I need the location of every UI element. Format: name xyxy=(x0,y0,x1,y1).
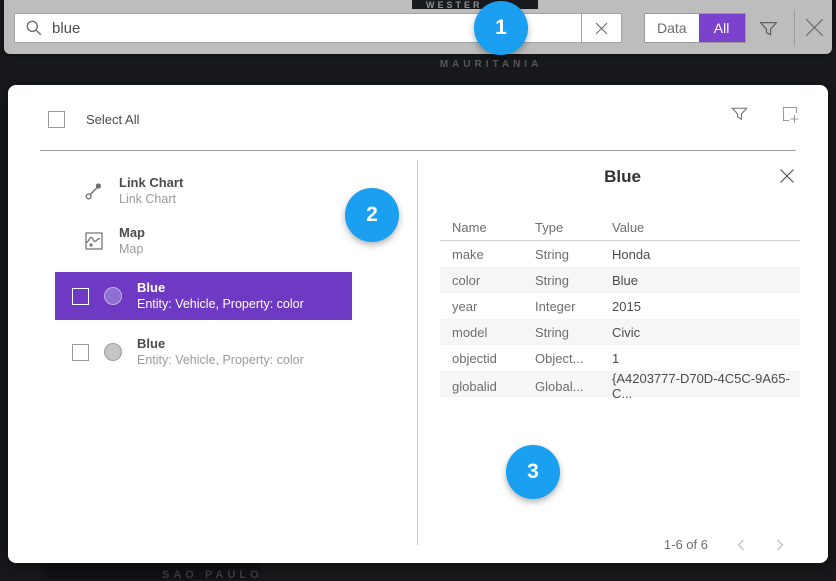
entity-circle-icon xyxy=(104,343,122,361)
attr-name: make xyxy=(452,247,535,262)
toggle-option-all[interactable]: All xyxy=(699,14,745,42)
result-subtitle: Link Chart xyxy=(119,191,183,207)
callout-badge-3: 3 xyxy=(506,445,560,499)
map-label-mauritania: MAURITANIA xyxy=(426,59,556,70)
attr-name: objectid xyxy=(452,351,535,366)
result-item-blue[interactable]: Blue Entity: Vehicle, Property: color xyxy=(55,328,352,376)
search-box[interactable] xyxy=(14,13,622,43)
attr-type: String xyxy=(535,325,612,340)
map-icon xyxy=(84,231,104,251)
filter-icon[interactable] xyxy=(758,18,779,39)
search-icon xyxy=(15,19,52,37)
previous-page-icon[interactable] xyxy=(735,538,747,552)
list-detail-divider xyxy=(417,160,418,545)
result-subtitle: Map xyxy=(119,241,145,257)
toggle-option-data[interactable]: Data xyxy=(645,14,699,42)
close-search-icon[interactable] xyxy=(803,16,826,39)
header-divider xyxy=(40,150,796,151)
toolbar-divider xyxy=(794,10,795,46)
attr-name: globalid xyxy=(452,379,535,394)
result-title: Link Chart xyxy=(119,175,183,191)
table-row: make String Honda xyxy=(440,241,800,267)
select-all-checkbox[interactable] xyxy=(48,111,65,128)
map-label-bottom: SAO PAULO xyxy=(162,569,263,581)
result-title: Blue xyxy=(137,336,304,352)
table-row: color String Blue xyxy=(440,267,800,293)
attr-value: 1 xyxy=(612,351,800,366)
column-header-value: Value xyxy=(612,220,800,235)
pagination: 1-6 of 6 xyxy=(664,537,786,552)
select-all-label: Select All xyxy=(86,112,139,127)
table-row: globalid Global... {A4203777-D70D-4C5C-9… xyxy=(440,371,800,397)
result-item-link-chart[interactable]: Link Chart Link Chart xyxy=(84,175,183,207)
select-all-row[interactable]: Select All xyxy=(48,111,139,128)
search-scope-toggle: Data All xyxy=(644,13,746,43)
table-row: year Integer 2015 xyxy=(440,293,800,319)
attr-name: color xyxy=(452,273,535,288)
result-subtitle: Entity: Vehicle, Property: color xyxy=(137,352,304,368)
add-to-selection-icon[interactable] xyxy=(780,104,800,124)
callout-badge-2: 2 xyxy=(345,188,399,242)
search-toolbar: Data All xyxy=(4,0,832,54)
attr-type: Global... xyxy=(535,379,612,394)
attr-type: String xyxy=(535,273,612,288)
result-title: Blue xyxy=(137,280,304,296)
attr-value: Honda xyxy=(612,247,800,262)
attr-value: Civic xyxy=(612,325,800,340)
result-item-map[interactable]: Map Map xyxy=(84,225,145,257)
attr-type: Object... xyxy=(535,351,612,366)
results-filter-icon[interactable] xyxy=(730,104,749,123)
search-results-panel: Select All Link Chart Link Chart Map Map… xyxy=(8,85,828,563)
detail-close-icon[interactable] xyxy=(779,168,795,184)
result-checkbox[interactable] xyxy=(72,288,89,305)
attr-type: Integer xyxy=(535,299,612,314)
attr-name: year xyxy=(452,299,535,314)
attr-value: Blue xyxy=(612,273,800,288)
column-header-name: Name xyxy=(452,220,535,235)
callout-badge-1: 1 xyxy=(474,1,528,55)
attribute-table-header: Name Type Value xyxy=(440,215,800,241)
entity-circle-icon xyxy=(104,287,122,305)
pagination-label: 1-6 of 6 xyxy=(664,537,708,552)
attr-type: String xyxy=(535,247,612,262)
result-checkbox[interactable] xyxy=(72,344,89,361)
attribute-table: Name Type Value make String Honda color … xyxy=(440,215,800,397)
attr-value: {A4203777-D70D-4C5C-9A65-C... xyxy=(612,371,800,401)
attr-name: model xyxy=(452,325,535,340)
result-subtitle: Entity: Vehicle, Property: color xyxy=(137,296,304,312)
table-row: objectid Object... 1 xyxy=(440,345,800,371)
result-item-blue-selected[interactable]: Blue Entity: Vehicle, Property: color xyxy=(55,272,352,320)
result-title: Map xyxy=(119,225,145,241)
attr-value: 2015 xyxy=(612,299,800,314)
clear-search-button[interactable] xyxy=(581,14,621,42)
table-row: model String Civic xyxy=(440,319,800,345)
detail-title: Blue xyxy=(417,167,828,187)
link-chart-icon xyxy=(84,181,104,201)
column-header-type: Type xyxy=(535,220,612,235)
next-page-icon[interactable] xyxy=(774,538,786,552)
